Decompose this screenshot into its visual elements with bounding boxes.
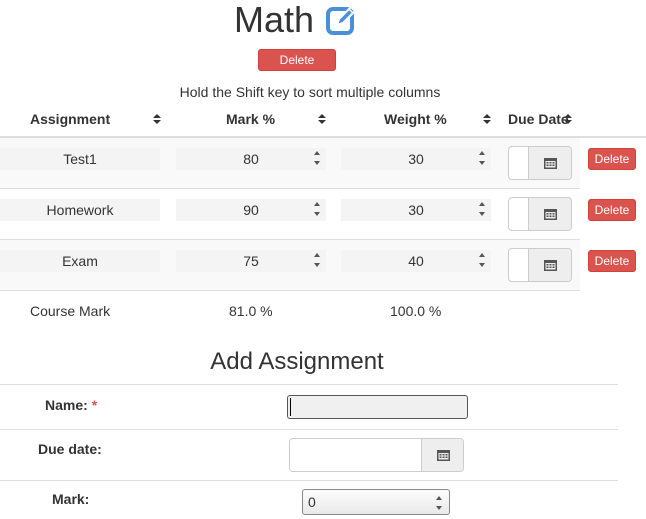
spinner-arrows-icon[interactable] — [478, 200, 486, 218]
delete-assignment-button[interactable]: Delete — [588, 148, 636, 170]
mark-stepper-value: 0 — [308, 494, 316, 510]
due-date-picker[interactable] — [508, 197, 572, 231]
spinner-arrows-icon[interactable] — [478, 149, 486, 167]
spinner-arrows-icon[interactable] — [313, 200, 321, 218]
calendar-button[interactable] — [528, 249, 571, 281]
due-date-label: Due date: — [38, 441, 102, 457]
delete-assignment-button[interactable]: Delete — [588, 199, 636, 221]
required-marker: * — [91, 397, 98, 413]
form-divider — [0, 429, 618, 430]
weight-input[interactable]: 30 — [341, 199, 491, 221]
form-divider — [0, 480, 618, 481]
due-date-picker[interactable] — [289, 438, 464, 472]
assignment-name-cell[interactable]: Exam — [0, 250, 160, 272]
sort-icon[interactable] — [482, 112, 492, 126]
total-weight-value: 100.0 % — [390, 303, 442, 319]
spinner-arrows-icon[interactable] — [478, 251, 486, 269]
form-divider — [0, 384, 618, 385]
calendar-button[interactable] — [528, 147, 571, 179]
add-assignment-title: Add Assignment — [210, 348, 384, 375]
assignment-name-input[interactable] — [287, 395, 468, 419]
delete-subject-button[interactable]: Delete Math — [258, 49, 336, 83]
weight-input[interactable]: 30 — [341, 148, 491, 170]
sort-icon[interactable] — [152, 112, 162, 126]
calendar-icon — [544, 158, 557, 169]
text-cursor — [290, 398, 291, 416]
mark-label: Mark: — [52, 491, 90, 507]
header-weight[interactable]: Weight % — [384, 111, 447, 127]
sort-hint: Hold the Shift key to sort multiple colu… — [179, 84, 441, 100]
course-mark-value: 81.0 % — [229, 303, 273, 319]
due-date-input[interactable] — [290, 439, 422, 471]
page-title: Math — [234, 0, 315, 40]
weight-input[interactable]: 40 — [341, 250, 491, 272]
spinner-arrows-icon[interactable] — [435, 494, 443, 512]
row-divider — [0, 290, 580, 291]
mark-stepper[interactable]: 0 — [302, 489, 450, 515]
header-due-date[interactable]: Due Date — [508, 111, 569, 127]
name-label: Name: * — [45, 397, 97, 413]
assignment-name-cell[interactable]: Test1 — [0, 148, 160, 170]
spinner-arrows-icon[interactable] — [313, 149, 321, 167]
edit-icon[interactable] — [325, 3, 359, 37]
calendar-button[interactable] — [421, 439, 463, 471]
course-mark-label: Course Mark — [30, 303, 111, 319]
due-date-picker[interactable] — [508, 248, 572, 282]
header-assignment[interactable]: Assignment — [30, 111, 110, 127]
assignment-name-cell[interactable]: Homework — [0, 199, 160, 221]
header-mark[interactable]: Mark % — [226, 111, 275, 127]
sort-icon[interactable] — [317, 112, 327, 126]
mark-input[interactable]: 75 — [176, 250, 326, 272]
delete-assignment-button[interactable]: Delete — [588, 250, 636, 272]
calendar-icon — [544, 209, 557, 220]
calendar-icon — [437, 450, 450, 461]
calendar-icon — [544, 260, 557, 271]
due-date-picker[interactable] — [508, 146, 572, 180]
calendar-button[interactable] — [528, 198, 571, 230]
row-divider — [0, 188, 580, 189]
spinner-arrows-icon[interactable] — [313, 251, 321, 269]
mark-input[interactable]: 80 — [176, 148, 326, 170]
sort-icon[interactable] — [563, 112, 573, 126]
name-label-text: Name: — [45, 397, 88, 413]
mark-input[interactable]: 90 — [176, 199, 326, 221]
